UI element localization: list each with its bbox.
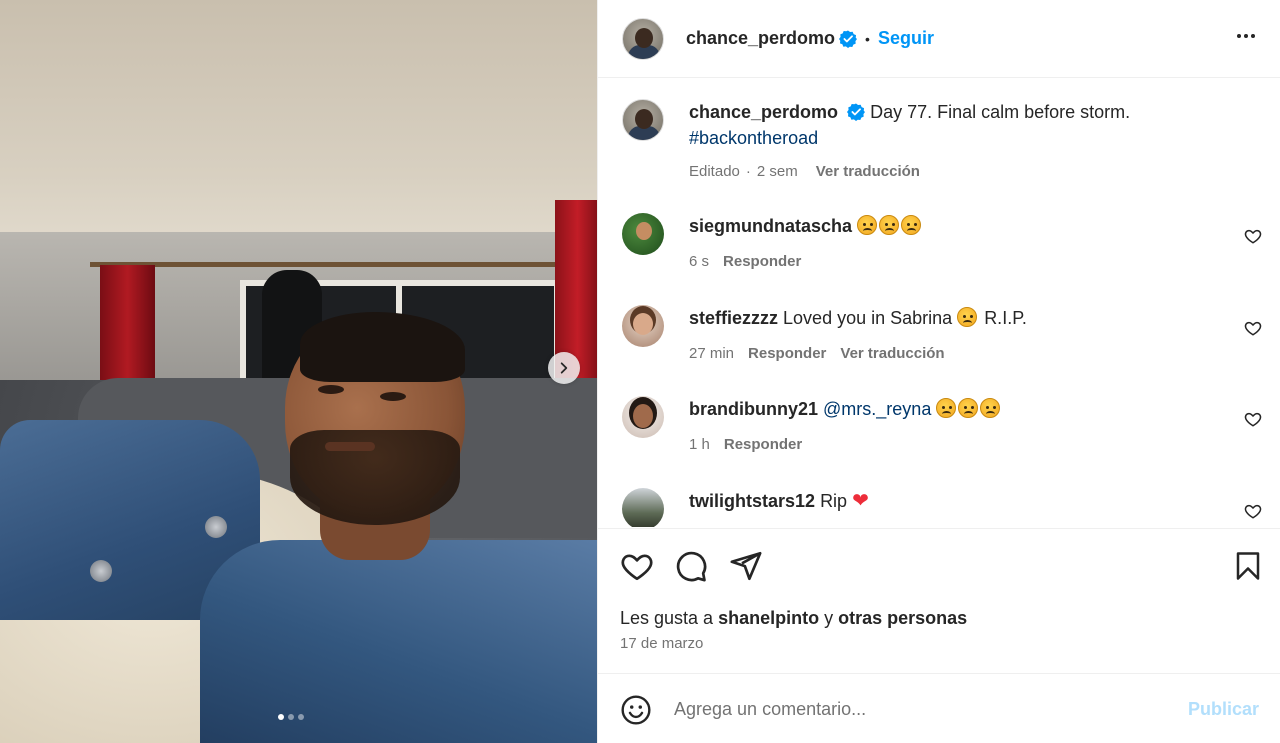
likes-joiner: y (824, 608, 834, 628)
likes-prefix: Les gusta a (620, 608, 714, 628)
translate-button[interactable]: Ver traducción (840, 341, 944, 367)
liker-username[interactable]: shanelpinto (718, 608, 819, 628)
translate-button[interactable]: Ver traducción (816, 159, 920, 185)
share-send-icon[interactable] (729, 549, 763, 583)
author-avatar[interactable] (622, 17, 664, 60)
verified-badge-icon (839, 29, 858, 48)
edited-label: Editado (689, 163, 740, 180)
caption-text: Day 77. Final calm before storm. (870, 102, 1131, 122)
commenter-username[interactable]: siegmundnatascha (689, 216, 852, 236)
other-likers-link[interactable]: otras personas (838, 608, 967, 628)
post-age[interactable]: 2 sem (757, 159, 798, 185)
comments-list[interactable]: chance_perdomo Day 77. Final calm before… (598, 79, 1280, 527)
media-dot-2 (288, 714, 294, 720)
post-header: chance_perdomo • Seguir (598, 0, 1280, 78)
likes-summary: Les gusta a shanelpinto y otras personas (620, 608, 967, 629)
like-heart-icon[interactable] (620, 549, 654, 583)
comment-bubble-icon[interactable] (674, 549, 708, 583)
comment-time[interactable]: 1 h (689, 432, 710, 458)
commenter-avatar[interactable] (622, 305, 664, 347)
post-media[interactable] (0, 0, 597, 743)
more-options-icon (1237, 34, 1255, 38)
sad-face-emoji-icon (901, 215, 922, 235)
media-pagination-dots (278, 714, 304, 720)
post-details-panel: chance_perdomo • Seguir chance_perdomo D… (597, 0, 1280, 743)
more-options-button[interactable] (1234, 24, 1258, 54)
publish-button[interactable]: Publicar (1188, 699, 1259, 720)
emoji-picker-icon[interactable] (620, 694, 652, 726)
frown-face-emoji-icon (958, 398, 979, 418)
sad-face-emoji-icon (879, 215, 900, 235)
header-separator: • (865, 30, 870, 47)
comment-item: siegmundnatascha 6 s Responder (622, 213, 1262, 293)
like-comment-heart-icon[interactable] (1244, 319, 1262, 337)
post-photo (0, 0, 597, 743)
red-heart-emoji-icon: ❤ (852, 490, 869, 512)
post-actions: Les gusta a shanelpinto y otras personas… (598, 528, 1280, 672)
hashtag-link[interactable]: #backontheroad (689, 128, 818, 148)
save-bookmark-icon[interactable] (1233, 549, 1263, 583)
media-dot-1 (278, 714, 284, 720)
commenter-avatar[interactable] (622, 488, 664, 527)
sad-face-emoji-icon (957, 307, 978, 327)
media-dot-3 (298, 714, 304, 720)
comment-text: Loved you in Sabrina (783, 308, 953, 328)
frown-face-emoji-icon (936, 398, 957, 418)
meta-separator: · (745, 163, 751, 180)
comment-composer: Publicar (598, 673, 1280, 743)
comment-time[interactable]: 6 s (689, 249, 709, 275)
comment-text: Rip (820, 491, 848, 511)
verified-badge-icon (847, 103, 866, 121)
reply-button[interactable]: Responder (723, 249, 801, 275)
caption-username[interactable]: chance_perdomo (689, 102, 838, 122)
post-caption: chance_perdomo Day 77. Final calm before… (622, 99, 1262, 189)
commenter-username[interactable]: twilightstars12 (689, 491, 815, 511)
comment-item: steffiezzzz Loved you in Sabrina R.I.P. … (622, 305, 1262, 385)
chevron-right-icon (560, 362, 568, 374)
commenter-username[interactable]: brandibunny21 (689, 399, 818, 419)
reply-button[interactable]: Responder (724, 432, 802, 458)
next-media-button[interactable] (548, 352, 580, 384)
post-date[interactable]: 17 de marzo (620, 635, 703, 652)
frown-face-emoji-icon (980, 398, 1001, 418)
comment-input[interactable] (674, 694, 1154, 724)
comment-time[interactable]: 27 min (689, 341, 734, 367)
commenter-avatar[interactable] (622, 213, 664, 255)
mention-link[interactable]: @mrs._reyna (823, 399, 931, 419)
comment-item: brandibunny21 @mrs._reyna 1 h Responder (622, 396, 1262, 476)
like-comment-heart-icon[interactable] (1244, 502, 1262, 520)
commenter-username[interactable]: steffiezzzz (689, 308, 778, 328)
reply-button[interactable]: Responder (748, 341, 826, 367)
sad-face-emoji-icon (857, 215, 878, 235)
comment-text-rip: R.I.P. (984, 308, 1027, 328)
like-comment-heart-icon[interactable] (1244, 410, 1262, 428)
author-username[interactable]: chance_perdomo (686, 28, 835, 49)
comment-item: twilightstars12 Rip ❤ (622, 488, 1262, 527)
commenter-avatar[interactable] (622, 396, 664, 438)
follow-button[interactable]: Seguir (878, 28, 934, 49)
like-comment-heart-icon[interactable] (1244, 227, 1262, 245)
caption-author-avatar[interactable] (622, 99, 664, 141)
